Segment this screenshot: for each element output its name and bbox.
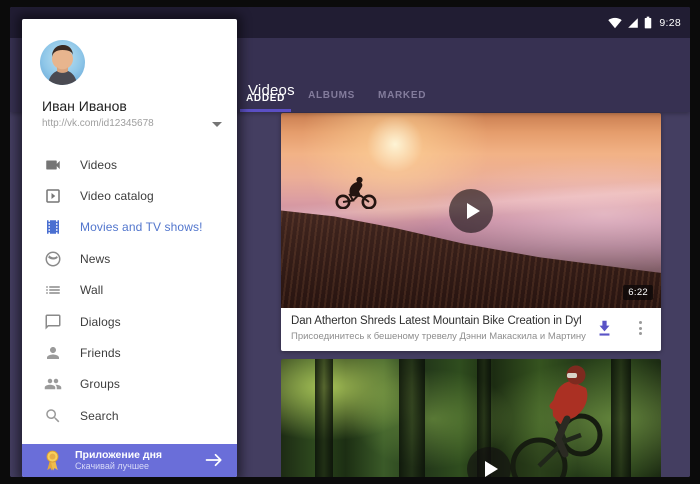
profile-name: Иван Иванов (42, 98, 127, 114)
tree-trunk (611, 359, 631, 477)
globe-icon (44, 250, 62, 268)
people-icon (44, 375, 62, 393)
list-icon (44, 281, 62, 299)
tree-trunk (399, 359, 425, 477)
duration-badge: 6:22 (623, 285, 653, 300)
tablet-screen: 9:28 Videos ADDED ALBUMS MARKED (10, 7, 690, 477)
download-icon[interactable] (596, 319, 613, 338)
app-of-the-day-banner[interactable]: Приложение дня Скачивай лучшее (22, 444, 237, 477)
sidebar-item-wall[interactable]: Wall (22, 275, 237, 306)
sidebar-item-search[interactable]: Search (22, 400, 237, 431)
play-icon (485, 461, 498, 477)
drawer-menu: Videos Video catalog Movies and TV shows… (22, 149, 237, 432)
sidebar-item-label: Dialogs (80, 315, 121, 329)
sidebar-item-label: Video catalog (80, 189, 154, 203)
film-strip-icon (44, 218, 62, 236)
promo-subtitle: Скачивай лучшее (75, 461, 162, 471)
sidebar-item-video-catalog[interactable]: Video catalog (22, 180, 237, 211)
clock: 9:28 (659, 17, 681, 29)
video-card: 6:22 Dan Atherton Shreds Latest Mountain… (281, 113, 661, 351)
battery-icon (644, 16, 652, 29)
sidebar-item-label: Movies and TV shows! (80, 220, 203, 234)
overflow-menu-icon[interactable] (633, 318, 647, 338)
search-icon (44, 407, 62, 425)
sidebar-item-dialogs[interactable]: Dialogs (22, 306, 237, 337)
arrow-right-icon (205, 452, 223, 468)
sidebar-item-movies[interactable]: Movies and TV shows! (22, 212, 237, 243)
sidebar-item-friends[interactable]: Friends (22, 337, 237, 368)
video-thumbnail-2[interactable] (281, 359, 661, 477)
biker-silhouette-icon (333, 175, 381, 209)
profile-url: http://vk.com/id12345678 (42, 118, 154, 129)
sidebar-item-label: Groups (80, 377, 120, 391)
play-button[interactable] (449, 189, 493, 233)
forest-scene (281, 359, 661, 477)
tree-trunk (315, 359, 333, 477)
avatar[interactable] (40, 40, 85, 85)
sidebar-item-label: Videos (80, 158, 117, 172)
video-subtitle: Присоединитесь к бешеному тревелу Дэнни … (291, 331, 586, 342)
sidebar-item-label: Wall (80, 283, 103, 297)
video-title[interactable]: Dan Atherton Shreds Latest Mountain Bike… (291, 315, 581, 327)
sidebar-item-groups[interactable]: Groups (22, 369, 237, 400)
promo-title: Приложение дня (75, 449, 162, 461)
wifi-icon (608, 17, 622, 29)
sidebar-item-videos[interactable]: Videos (22, 149, 237, 180)
tab-albums[interactable]: ALBUMS (302, 90, 361, 112)
play-box-icon (44, 187, 62, 205)
navigation-drawer: Иван Иванов http://vk.com/id12345678 Vid… (22, 19, 237, 477)
cell-signal-icon (627, 17, 639, 29)
sidebar-item-label: Friends (80, 346, 121, 360)
chevron-down-icon[interactable] (212, 122, 222, 127)
sidebar-item-label: Search (80, 409, 119, 423)
play-icon (467, 203, 480, 219)
sidebar-item-news[interactable]: News (22, 243, 237, 274)
medal-icon (42, 449, 63, 472)
tab-bar: ADDED ALBUMS MARKED (240, 84, 443, 112)
videocam-icon (44, 156, 62, 174)
tab-added[interactable]: ADDED (240, 93, 291, 112)
person-icon (44, 344, 62, 362)
tab-marked[interactable]: MARKED (372, 90, 432, 112)
chat-bubble-icon (44, 313, 62, 331)
video-info: Dan Atherton Shreds Latest Mountain Bike… (281, 308, 661, 351)
sidebar-item-label: News (80, 252, 110, 266)
biker-red-jersey (501, 361, 611, 477)
video-thumbnail[interactable]: 6:22 (281, 113, 661, 308)
